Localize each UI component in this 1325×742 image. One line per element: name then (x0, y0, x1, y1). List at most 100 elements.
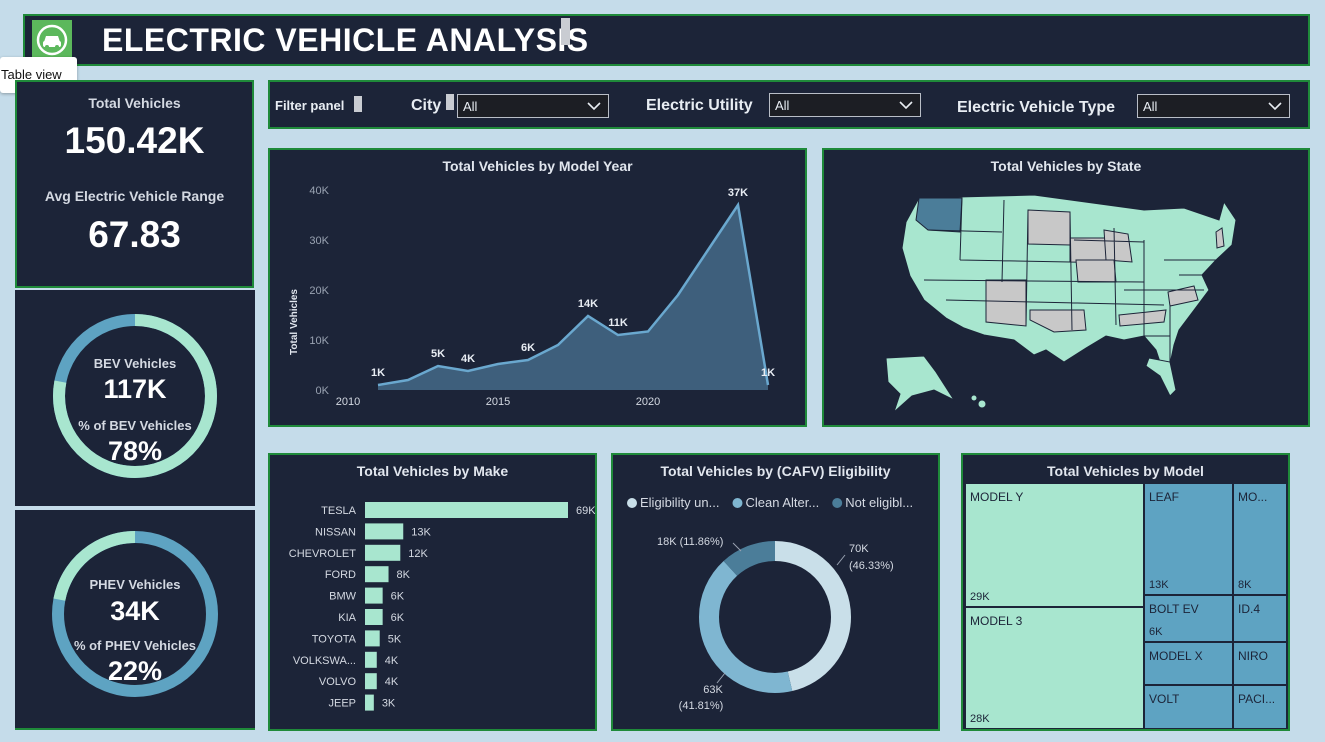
cafv-chart-card: Total Vehicles by (CAFV) Eligibility Eli… (611, 453, 940, 731)
bar-value-label: 4K (385, 676, 399, 688)
bar-category-label: TESLA (321, 505, 357, 517)
label-leader (732, 542, 742, 552)
legend-label[interactable]: Not eligibl... (845, 495, 913, 510)
bar-value-label: 8K (397, 569, 411, 581)
model-year-chart: Total Vehicles 0K 10K 20K 30K 40K 2010 2015 202… (289, 185, 775, 408)
bev-value: 117K (103, 374, 167, 404)
bar[interactable] (365, 673, 377, 690)
bar[interactable] (365, 544, 401, 561)
area-data-label: 1K (371, 367, 385, 379)
us-map (885, 194, 1237, 414)
avg-range-label: Avg Electric Vehicle Range (44, 188, 225, 204)
bar[interactable] (365, 502, 568, 518)
treemap-cell[interactable]: MODEL Y 29K (966, 484, 1143, 606)
chevron-down-icon (587, 102, 601, 111)
phev-pct-label: % of PHEV Vehicles (73, 638, 197, 653)
phev-card: PHEV Vehicles 34K % of PHEV Vehicles 22% (15, 510, 255, 730)
bar-category-label: NISSAN (315, 526, 356, 538)
area-data-label: 14K (578, 298, 598, 310)
bar-category-label: VOLVO (319, 676, 357, 688)
filter-panel-handle[interactable] (354, 96, 362, 112)
treemap-cell[interactable]: VOLT (1145, 686, 1232, 728)
utility-dropdown[interactable]: All (769, 93, 921, 117)
treemap-cell[interactable]: MODEL X (1145, 643, 1232, 684)
bar[interactable] (365, 523, 404, 540)
label-leader (716, 672, 726, 684)
area-data-label: 5K (431, 348, 445, 360)
page-title: ELECTRIC VEHICLE ANALYSIS (102, 22, 589, 58)
bar[interactable] (365, 609, 383, 625)
treemap-cell[interactable]: PACI... (1234, 686, 1286, 728)
map-wyoming (1027, 209, 1071, 246)
map-vermont (1215, 227, 1225, 249)
treemap-cell-name: MODEL X (1149, 649, 1203, 663)
bar-value-label: 3K (382, 698, 396, 710)
legend-label[interactable]: Eligibility un... (640, 495, 719, 510)
x-tick-label: 2015 (486, 396, 510, 408)
slice-label: (46.33%) (849, 560, 894, 572)
treemap-cell[interactable]: NIRO (1234, 643, 1286, 684)
treemap-cell[interactable]: ID.4 (1234, 596, 1286, 641)
title-handle[interactable] (561, 18, 570, 45)
treemap-cell[interactable]: LEAF 13K (1145, 484, 1232, 594)
make-chart-card: Total Vehicles by Make TESLA 69K NISSAN 13K… (268, 453, 597, 731)
bev-card: BEV Vehicles 117K % of BEV Vehicles 78% (15, 290, 255, 506)
slice-label: (41.81%) (679, 700, 724, 712)
utility-label: Electric Utility (646, 97, 753, 114)
x-tick-label: 2010 (336, 396, 360, 408)
phev-pct-value: 22% (107, 656, 163, 686)
bar[interactable] (365, 566, 389, 583)
city-handle[interactable] (446, 94, 454, 110)
total-vehicles-value: 150.42K (64, 120, 205, 161)
filter-panel: Filter panel City All Electric Utility A… (268, 80, 1310, 129)
treemap-cell[interactable]: BOLT EV 6K (1145, 596, 1232, 641)
y-tick-label: 30K (309, 235, 329, 247)
legend-swatch (832, 498, 843, 508)
utility-dropdown-value: All (775, 98, 790, 113)
bar-category-label: KIA (338, 612, 356, 624)
slice-label: 63K (703, 684, 723, 696)
bar[interactable] (365, 651, 377, 668)
y-tick-label: 10K (309, 335, 329, 347)
bar-category-label: JEEP (328, 698, 356, 710)
map-iowa (1075, 259, 1117, 283)
car-icon (36, 24, 68, 56)
bar[interactable] (365, 630, 380, 647)
x-tick-label: 2020 (636, 396, 660, 408)
map-new-mexico (985, 279, 1027, 327)
area-data-label: 11K (608, 317, 628, 329)
treemap-cell-name: VOLT (1149, 692, 1180, 706)
state-map-card: Total Vehicles by State (822, 148, 1310, 427)
map-wisconsin (1103, 229, 1133, 263)
slice-label: 18K (11.86%) (657, 536, 723, 548)
filter-panel-label: Filter panel (275, 98, 345, 113)
bar-value-label: 69K (576, 505, 595, 517)
ev-type-label: Electric Vehicle Type (957, 99, 1116, 116)
bar-category-label: TOYOTA (312, 633, 357, 645)
area-data-label: 4K (461, 353, 475, 365)
treemap-cell-name: BOLT EV (1149, 602, 1199, 616)
treemap-cell[interactable]: MO... 8K (1234, 484, 1286, 594)
total-vehicles-label: Total Vehicles (88, 95, 181, 111)
city-dropdown[interactable]: All (457, 94, 609, 118)
treemap-cell[interactable]: MODEL 3 28K (966, 608, 1143, 728)
treemap-cell-value: 29K (970, 591, 990, 603)
bar-value-label: 6K (391, 612, 405, 624)
legend-label[interactable]: Clean Alter... (745, 495, 819, 510)
bar-value-label: 4K (385, 655, 399, 667)
ev-type-dropdown-value: All (1143, 99, 1158, 114)
y-tick-label: 20K (309, 285, 329, 297)
map-hawaii-2 (977, 399, 987, 409)
y-tick-label: 0K (316, 385, 330, 397)
y-axis-label: Total Vehicles (289, 289, 300, 355)
city-dropdown-value: All (463, 99, 478, 114)
area-data-label: 37K (728, 187, 748, 199)
bar-category-label: BMW (329, 591, 357, 603)
bev-label: BEV Vehicles (93, 356, 177, 371)
ev-type-dropdown[interactable]: All (1137, 94, 1290, 118)
treemap-cell-value: 8K (1238, 579, 1252, 591)
area-data-label: 1K (761, 367, 775, 379)
bar[interactable] (365, 587, 383, 604)
treemap-cell-value: 13K (1149, 579, 1169, 591)
bar[interactable] (365, 694, 374, 711)
